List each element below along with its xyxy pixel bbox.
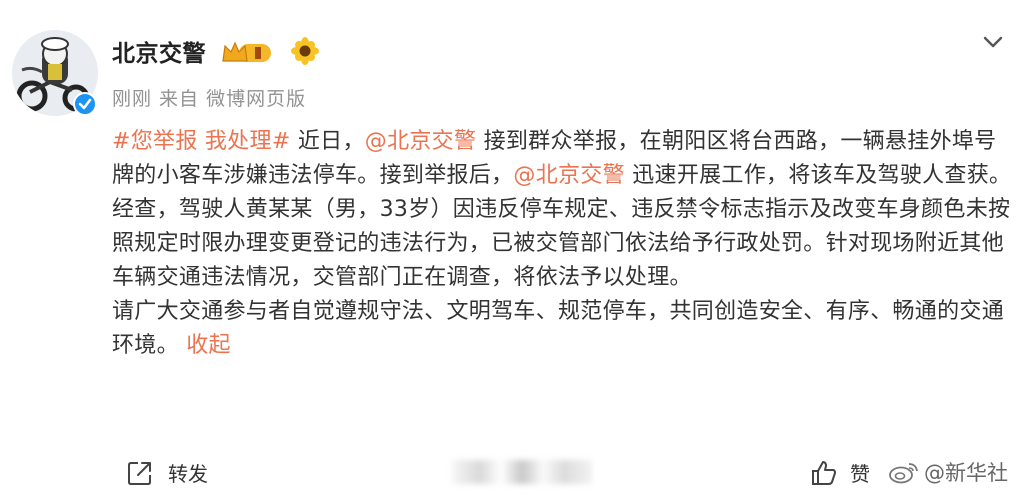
forward-button[interactable]: 转发 [126, 458, 208, 487]
collapse-link[interactable]: 收起 [186, 333, 231, 358]
topic-link[interactable]: #您举报 我处理# [112, 129, 291, 154]
post-body: #您举报 我处理# 近日，@北京交警 接到群众举报，在朝阳区将台西路，一辆悬挂外… [112, 125, 1012, 363]
like-button[interactable]: 赞 [810, 458, 870, 487]
weibo-post-card: 北京交警 刚刚 来自 微博网页版 #您举报 我处理# 近日，@北京交警 接到群众… [0, 0, 1029, 501]
weibo-logo-icon [889, 463, 918, 484]
post-paragraph-2: 请广大交通参与者自觉遵规守法、文明驾车、规范停车，共同创造安全、有序、畅通的交通… [112, 295, 1012, 363]
body-text-segment: 请广大交通参与者自觉遵规守法、文明驾车、规范停车，共同创造安全、有序、畅通的交通… [112, 299, 1005, 358]
forward-icon [128, 461, 151, 485]
chevron-down-icon[interactable] [980, 32, 1006, 52]
mention-link[interactable]: @北京交警 [365, 129, 477, 154]
post-meta: 刚刚 来自 微博网页版 [112, 88, 307, 110]
author-name[interactable]: 北京交警 [112, 34, 206, 68]
post-actions: 转发 赞 @新华社 [0, 452, 1029, 492]
thumbs-up-icon [812, 460, 836, 485]
verified-icon [73, 92, 97, 116]
body-text-segment: 近日， [290, 129, 365, 154]
post-paragraph-1: #您举报 我处理# 近日，@北京交警 接到群众举报，在朝阳区将台西路，一辆悬挂外… [112, 125, 1012, 295]
mention-link[interactable]: @北京交警 [513, 163, 625, 188]
xinhua-watermark: @新华社 [888, 457, 1008, 487]
sunflower-badge-icon[interactable] [290, 36, 320, 66]
comment-button-blurred[interactable] [452, 460, 592, 484]
forward-label: 转发 [168, 462, 208, 486]
vip-crown-badge-icon[interactable] [221, 37, 273, 67]
like-label: 赞 [850, 462, 870, 486]
watermark-text: @新华社 [924, 461, 1008, 485]
